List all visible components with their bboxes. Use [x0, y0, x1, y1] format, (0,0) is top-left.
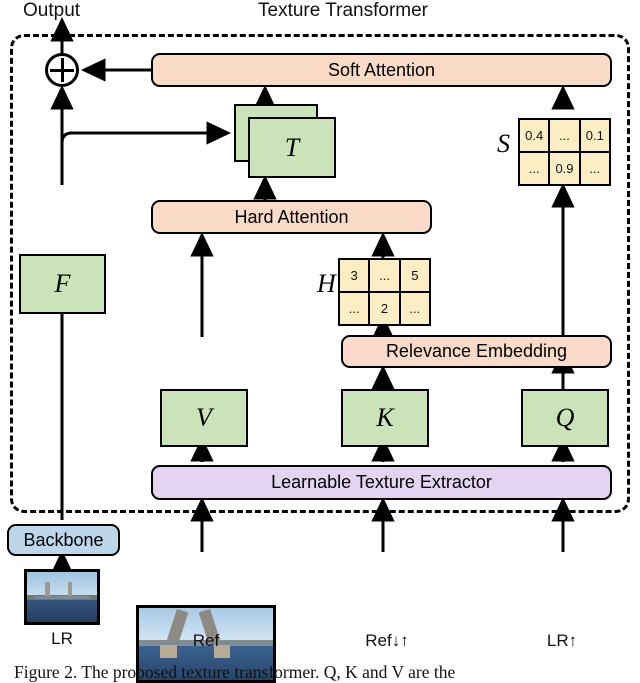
ref-image-label: Ref	[192, 631, 220, 650]
learnable-texture-extractor-block[interactable]: Learnable Texture Extractor	[151, 465, 612, 500]
hard-attention-label: Hard Attention	[234, 206, 349, 227]
hard-attention-block[interactable]: Hard Attention	[151, 200, 432, 234]
ref-down-up-image-label: Ref↓↑	[365, 631, 409, 650]
lr-up-image-label: LR↑	[546, 631, 578, 650]
output-label: Output	[23, 0, 81, 21]
figure-caption: Figure 2. The proposed texture transform…	[14, 662, 456, 682]
h-cell: 3	[340, 260, 369, 291]
s-cell: ...	[550, 120, 579, 151]
q-label: Q	[555, 403, 575, 432]
q-block[interactable]: Q	[521, 389, 609, 447]
f-label: F	[54, 269, 71, 298]
k-block[interactable]: K	[341, 389, 429, 447]
h-cell: ...	[400, 293, 429, 324]
backbone-label: Backbone	[23, 529, 104, 550]
h-cell: 5	[400, 260, 429, 291]
s-matrix: 0.4 ... 0.1 ... 0.9 ...	[518, 118, 611, 186]
figure-canvas: Output Texture Transformer Soft Attentio…	[0, 0, 640, 683]
s-cell: 0.1	[580, 120, 609, 151]
h-cell: ...	[370, 260, 399, 291]
lr-image-label: LR	[51, 629, 73, 648]
h-matrix-label: H	[317, 269, 336, 298]
v-block[interactable]: V	[160, 389, 248, 447]
relevance-embedding-block[interactable]: Relevance Embedding	[341, 335, 612, 368]
h-cell: 2	[370, 293, 399, 324]
backbone-block[interactable]: Backbone	[7, 524, 120, 556]
s-cell: 0.4	[520, 120, 549, 151]
relevance-embedding-label: Relevance Embedding	[385, 341, 568, 361]
v-label: V	[196, 403, 212, 432]
t-feature-block[interactable]: T	[248, 117, 336, 178]
lr-image	[24, 569, 100, 625]
s-cell: ...	[520, 153, 549, 184]
s-cell: 0.9	[550, 153, 579, 184]
k-label: K	[376, 403, 394, 432]
texture-extractor-label: Learnable Texture Extractor	[271, 472, 492, 492]
soft-attention-block[interactable]: Soft Attention	[151, 53, 612, 87]
f-feature-block[interactable]: F	[19, 254, 106, 314]
s-matrix-label: S	[497, 129, 510, 158]
addition-operator	[45, 53, 79, 87]
h-cell: ...	[340, 293, 369, 324]
figure-title: Texture Transformer	[258, 0, 428, 21]
soft-attention-label: Soft Attention	[327, 59, 436, 80]
t-label: T	[284, 132, 300, 162]
s-cell: ...	[580, 153, 609, 184]
h-matrix: 3 ... 5 ... 2 ...	[338, 258, 431, 326]
